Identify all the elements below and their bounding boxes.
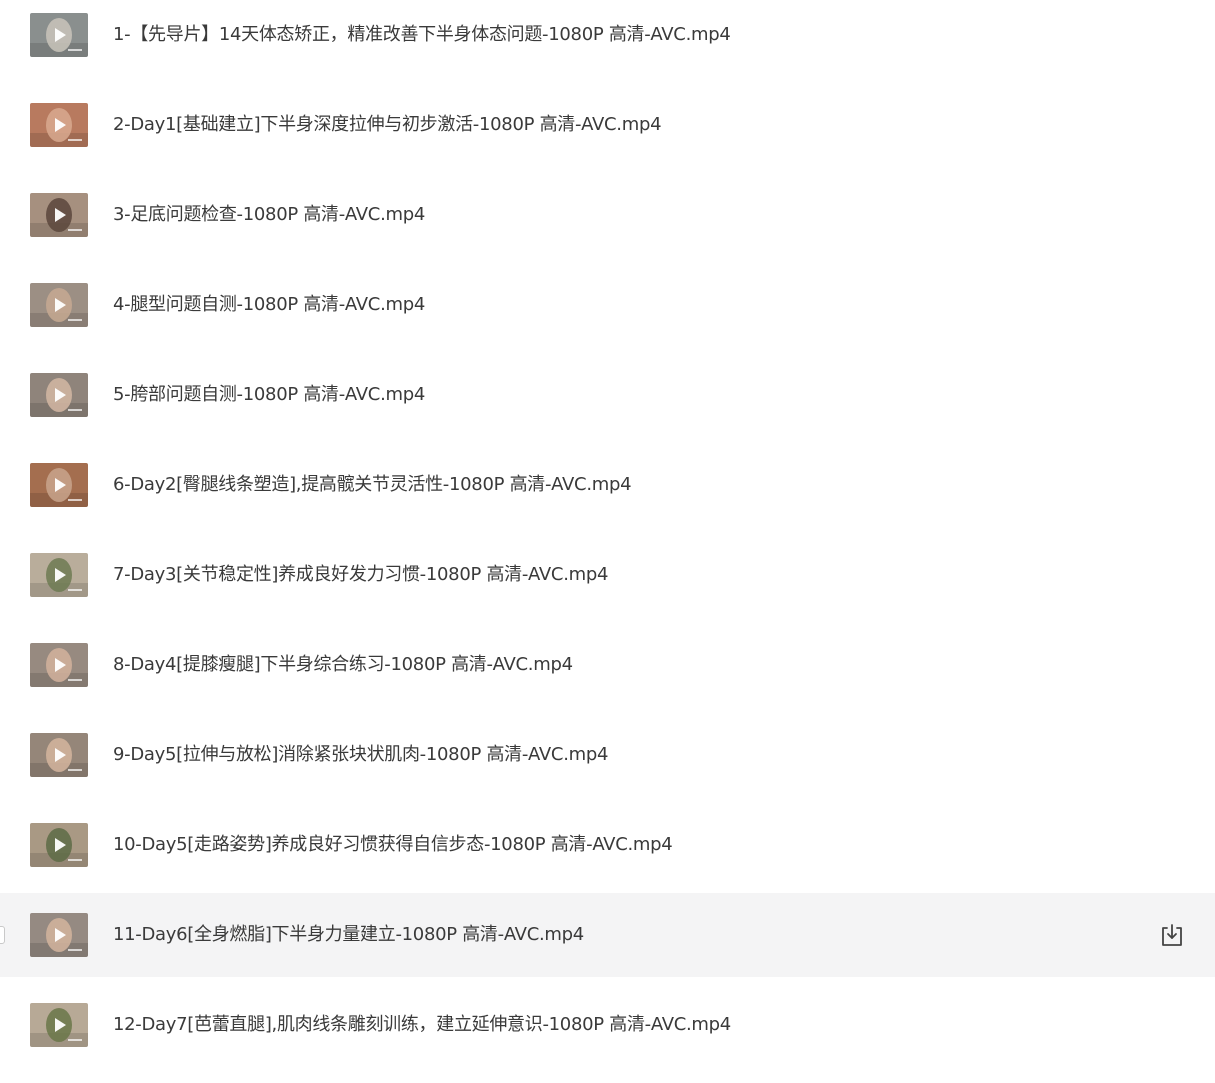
video-thumbnail[interactable]	[30, 463, 88, 507]
file-row[interactable]: 11-Day6[全身燃脂]下半身力量建立-1080P 高清-AVC.mp4	[0, 893, 1215, 977]
video-thumbnail[interactable]	[30, 373, 88, 417]
file-row[interactable]: 1-【先导片】14天体态矫正，精准改善下半身体态问题-1080P 高清-AVC.…	[0, 0, 1215, 77]
file-name[interactable]: 8-Day4[提膝瘦腿]下半身综合练习-1080P 高清-AVC.mp4	[113, 623, 573, 707]
file-row[interactable]: 12-Day7[芭蕾直腿],肌肉线条雕刻训练，建立延伸意识-1080P 高清-A…	[0, 983, 1215, 1067]
video-thumbnail[interactable]	[30, 733, 88, 777]
file-row[interactable]: 2-Day1[基础建立]下半身深度拉伸与初步激活-1080P 高清-AVC.mp…	[0, 83, 1215, 167]
file-name[interactable]: 6-Day2[臀腿线条塑造],提高髋关节灵活性-1080P 高清-AVC.mp4	[113, 443, 632, 527]
download-icon	[1162, 924, 1182, 946]
file-name[interactable]: 12-Day7[芭蕾直腿],肌肉线条雕刻训练，建立延伸意识-1080P 高清-A…	[113, 983, 731, 1067]
file-row[interactable]: 4-腿型问题自测-1080P 高清-AVC.mp4	[0, 263, 1215, 347]
file-name[interactable]: 4-腿型问题自测-1080P 高清-AVC.mp4	[113, 263, 425, 347]
play-icon	[55, 838, 66, 852]
video-thumbnail[interactable]	[30, 913, 88, 957]
play-icon	[55, 568, 66, 582]
play-icon	[55, 478, 66, 492]
play-icon	[55, 658, 66, 672]
play-icon	[55, 1018, 66, 1032]
play-icon	[55, 298, 66, 312]
video-thumbnail[interactable]	[30, 283, 88, 327]
file-list: 1-【先导片】14天体态矫正，精准改善下半身体态问题-1080P 高清-AVC.…	[0, 0, 1215, 1083]
video-thumbnail[interactable]	[30, 643, 88, 687]
file-name[interactable]: 9-Day5[拉伸与放松]消除紧张块状肌肉-1080P 高清-AVC.mp4	[113, 713, 608, 797]
video-thumbnail[interactable]	[30, 193, 88, 237]
play-icon	[55, 928, 66, 942]
video-thumbnail[interactable]	[30, 1003, 88, 1047]
file-name[interactable]: 10-Day5[走路姿势]养成良好习惯获得自信步态-1080P 高清-AVC.m…	[113, 803, 673, 887]
file-name[interactable]: 5-胯部问题自测-1080P 高清-AVC.mp4	[113, 353, 425, 437]
file-row[interactable]: 6-Day2[臀腿线条塑造],提高髋关节灵活性-1080P 高清-AVC.mp4	[0, 443, 1215, 527]
file-name[interactable]: 1-【先导片】14天体态矫正，精准改善下半身体态问题-1080P 高清-AVC.…	[113, 0, 731, 77]
play-icon	[55, 208, 66, 222]
play-icon	[55, 748, 66, 762]
file-name[interactable]: 2-Day1[基础建立]下半身深度拉伸与初步激活-1080P 高清-AVC.mp…	[113, 83, 662, 167]
file-name[interactable]: 7-Day3[关节稳定性]养成良好发力习惯-1080P 高清-AVC.mp4	[113, 533, 608, 617]
file-row[interactable]: 10-Day5[走路姿势]养成良好习惯获得自信步态-1080P 高清-AVC.m…	[0, 803, 1215, 887]
play-icon	[55, 388, 66, 402]
file-row[interactable]: 5-胯部问题自测-1080P 高清-AVC.mp4	[0, 353, 1215, 437]
video-thumbnail[interactable]	[30, 13, 88, 57]
file-row[interactable]: 7-Day3[关节稳定性]养成良好发力习惯-1080P 高清-AVC.mp4	[0, 533, 1215, 617]
file-row[interactable]: 9-Day5[拉伸与放松]消除紧张块状肌肉-1080P 高清-AVC.mp4	[0, 713, 1215, 797]
file-name[interactable]: 11-Day6[全身燃脂]下半身力量建立-1080P 高清-AVC.mp4	[113, 893, 584, 977]
play-icon	[55, 28, 66, 42]
row-checkbox[interactable]	[0, 926, 5, 944]
video-thumbnail[interactable]	[30, 103, 88, 147]
play-icon	[55, 118, 66, 132]
file-row[interactable]: 3-足底问题检查-1080P 高清-AVC.mp4	[0, 173, 1215, 257]
file-name[interactable]: 3-足底问题检查-1080P 高清-AVC.mp4	[113, 173, 425, 257]
download-button[interactable]	[1158, 922, 1186, 948]
file-row[interactable]: 8-Day4[提膝瘦腿]下半身综合练习-1080P 高清-AVC.mp4	[0, 623, 1215, 707]
video-thumbnail[interactable]	[30, 553, 88, 597]
video-thumbnail[interactable]	[30, 823, 88, 867]
